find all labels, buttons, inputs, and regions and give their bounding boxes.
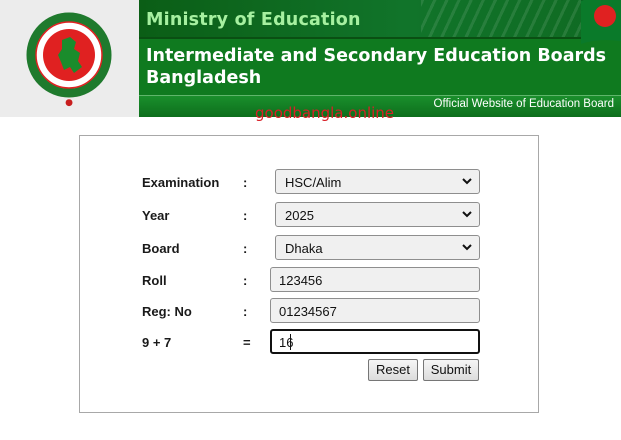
chevron-down-icon (462, 178, 472, 185)
svg-text:●: ● (65, 98, 73, 108)
official-site-label[interactable]: Official Website of Education Board (434, 98, 614, 110)
captcha-input[interactable]: 16 (270, 329, 480, 354)
board-label: Board (142, 241, 180, 256)
roll-input[interactable]: 123456 (270, 267, 480, 292)
submit-button[interactable]: Submit (423, 359, 479, 381)
board-colon: : (243, 241, 248, 256)
header-banner: Ministry of Education Intermediate and S… (139, 0, 621, 117)
board-select[interactable]: Dhaka (275, 235, 480, 260)
board-value: Dhaka (285, 241, 323, 256)
roll-label: Roll (142, 273, 167, 288)
text-caret (290, 334, 291, 350)
ministry-title: Ministry of Education (146, 10, 361, 30)
examination-value: HSC/Alim (285, 175, 342, 190)
reg-colon: : (243, 304, 248, 319)
captcha-equals: = (243, 335, 251, 350)
chevron-down-icon (462, 211, 472, 218)
site-header: ● Ministry of Education Intermediate and… (0, 0, 621, 117)
result-form: Examination : HSC/Alim Year : 2025 Board… (79, 135, 539, 413)
watermark-text: goodbangla.online (255, 104, 395, 122)
captcha-value: 16 (279, 335, 294, 350)
examination-colon: : (243, 175, 248, 190)
boards-title: Intermediate and Secondary Education Boa… (146, 46, 607, 88)
examination-select[interactable]: HSC/Alim (275, 169, 480, 194)
reg-input[interactable]: 01234567 (270, 298, 480, 323)
examination-label: Examination (142, 175, 220, 190)
roll-value: 123456 (279, 273, 323, 288)
reg-label: Reg: No (142, 304, 192, 319)
year-select[interactable]: 2025 (275, 202, 480, 227)
captcha-label: 9 + 7 (142, 335, 172, 350)
year-colon: : (243, 208, 248, 223)
chevron-down-icon (462, 244, 472, 251)
government-seal-icon: ● (26, 12, 112, 108)
year-label: Year (142, 208, 170, 223)
reg-value: 01234567 (279, 304, 337, 319)
bangladesh-flag-icon (581, 0, 621, 44)
year-value: 2025 (285, 208, 314, 223)
reset-button[interactable]: Reset (368, 359, 418, 381)
roll-colon: : (243, 273, 248, 288)
logo-panel: ● (0, 0, 139, 117)
